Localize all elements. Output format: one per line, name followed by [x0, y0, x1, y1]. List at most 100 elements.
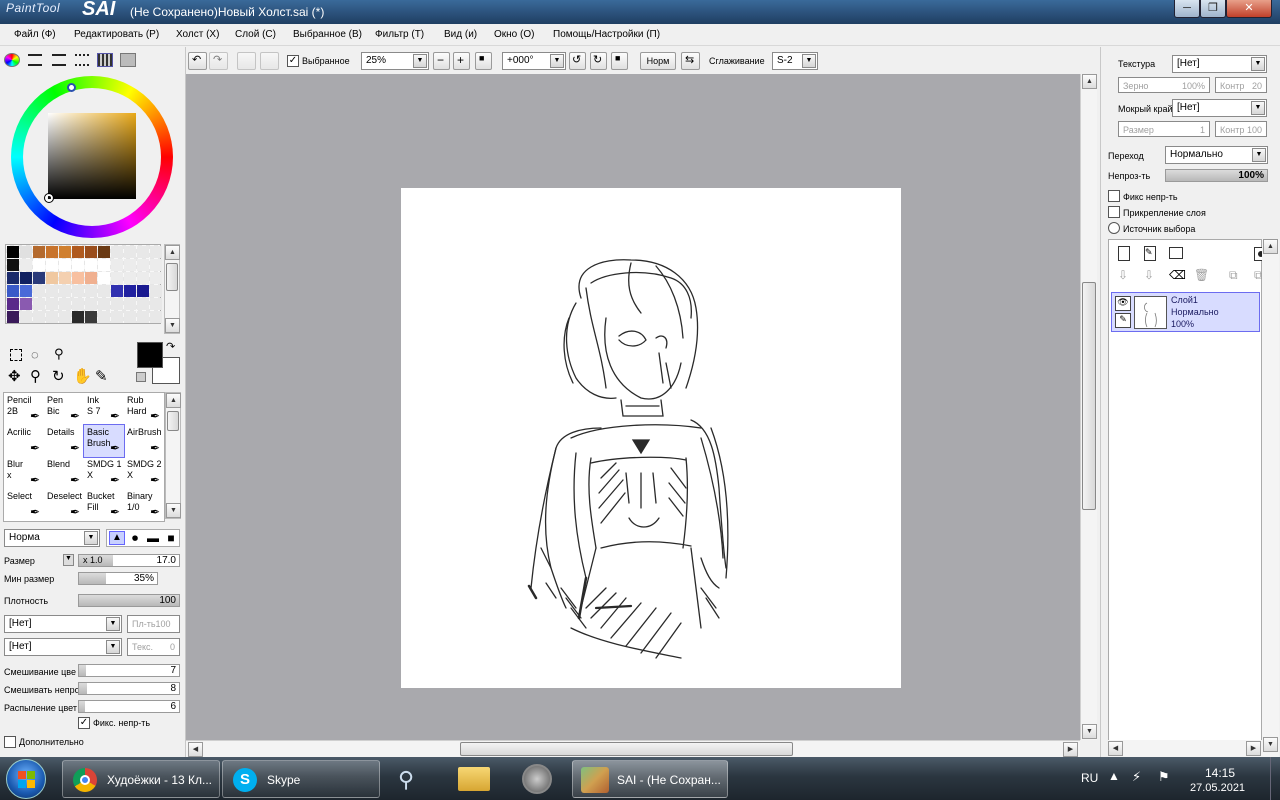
- move-icon[interactable]: ✥: [8, 367, 21, 385]
- brush-shape-round-icon[interactable]: ⏺: [127, 531, 143, 545]
- color-swatch[interactable]: [137, 311, 149, 323]
- color-swatch[interactable]: [150, 298, 162, 310]
- scratchpad-tab-icon[interactable]: [120, 53, 136, 67]
- color-swatch[interactable]: [33, 311, 45, 323]
- tool-scrollbar[interactable]: ▲ ▼: [165, 392, 181, 519]
- rotate-reset-icon[interactable]: ■: [611, 52, 628, 70]
- color-swatch[interactable]: [72, 259, 84, 271]
- media-player-icon[interactable]: [522, 764, 552, 794]
- brush-shape-square-icon[interactable]: ■: [163, 531, 179, 545]
- color-swatch[interactable]: [98, 259, 110, 271]
- wet-edge-select[interactable]: [Нет] ▼: [1172, 99, 1267, 117]
- color-swatch[interactable]: [72, 298, 84, 310]
- brush-tool-slot[interactable]: SMDG 1 X ✒: [84, 457, 124, 489]
- color-swatch[interactable]: [85, 298, 97, 310]
- color-swatch[interactable]: [7, 259, 19, 271]
- hsv-slider-tab-icon[interactable]: [52, 54, 66, 66]
- zoom-in-icon[interactable]: +: [453, 52, 470, 70]
- brush-tool-slot[interactable]: Bucket Fill ✒: [84, 489, 124, 521]
- menu-canvas[interactable]: Холст (Х): [176, 29, 219, 40]
- taskbar-skype[interactable]: S Skype: [222, 760, 380, 798]
- texture-select[interactable]: [Нет] ▼: [1172, 55, 1267, 73]
- clipping-checkbox[interactable]: [1108, 206, 1120, 218]
- brush-shape-sharp-icon[interactable]: ▲: [109, 531, 125, 545]
- language-indicator[interactable]: RU: [1081, 771, 1098, 785]
- deselect-icon[interactable]: [237, 52, 256, 70]
- color-swatch[interactable]: [46, 285, 58, 297]
- brush-shape-flat-icon[interactable]: ▬: [145, 531, 161, 545]
- selection-visible-checkbox[interactable]: ✓: [287, 55, 299, 67]
- zoom-icon[interactable]: ⚲: [30, 367, 41, 385]
- color-swatch[interactable]: [20, 311, 32, 323]
- color-swatch[interactable]: [150, 272, 162, 284]
- brush-tool-slot[interactable]: Rub Hard ✒: [124, 393, 164, 425]
- brush-tool-slot[interactable]: SMDG 2 X ✒: [124, 457, 164, 489]
- network-icon[interactable]: ⚡: [1132, 769, 1141, 785]
- layer-horizontal-scrollbar[interactable]: ◀ ▶: [1108, 740, 1262, 757]
- sv-marker[interactable]: [44, 193, 54, 203]
- canvas-vertical-scrollbar[interactable]: ▲ ▼: [1080, 74, 1097, 740]
- color-swatch[interactable]: [98, 298, 110, 310]
- wet-contrast-field[interactable]: Контр 100: [1215, 121, 1267, 137]
- color-swatch[interactable]: [98, 272, 110, 284]
- paper-texture-select[interactable]: [Нет] ▼: [4, 615, 122, 633]
- tray-arrow-icon[interactable]: ▲: [1108, 769, 1120, 783]
- primary-color[interactable]: [137, 342, 163, 368]
- color-swatch[interactable]: [59, 259, 71, 271]
- sv-square[interactable]: [48, 113, 136, 199]
- brush-tool-slot[interactable]: Pen Bic ✒: [44, 393, 84, 425]
- color-swatch[interactable]: [85, 285, 97, 297]
- brush-tool-slot[interactable]: Acrilic ✒: [4, 425, 44, 457]
- color-mix-tab-icon[interactable]: [75, 54, 89, 66]
- color-swatch[interactable]: [72, 272, 84, 284]
- texture-contrast-field[interactable]: Контр 20: [1215, 77, 1267, 93]
- eyedropper-icon[interactable]: ✎: [95, 367, 108, 385]
- color-swatch[interactable]: [46, 259, 58, 271]
- brush-texture-strength-field[interactable]: Текс. 0: [127, 638, 180, 656]
- color-swatch[interactable]: [111, 259, 123, 271]
- canvas-horizontal-scrollbar[interactable]: ◀ ▶: [186, 740, 1080, 757]
- brush-mode-select[interactable]: Норма ▼: [4, 529, 100, 547]
- transparent-color-icon[interactable]: [136, 372, 146, 382]
- color-wheel-tab-icon[interactable]: [4, 53, 20, 67]
- menu-help[interactable]: Помощь/Настройки (П): [553, 29, 660, 40]
- color-swatch[interactable]: [137, 272, 149, 284]
- color-swatch[interactable]: [46, 272, 58, 284]
- flip-horizontal-icon[interactable]: ⇆: [681, 52, 700, 70]
- color-swatch[interactable]: [20, 272, 32, 284]
- menu-selection[interactable]: Выбранное (В): [293, 29, 362, 40]
- selection-source-radio[interactable]: [1108, 222, 1120, 234]
- color-swatch[interactable]: [137, 246, 149, 258]
- color-swatch[interactable]: [7, 285, 19, 297]
- color-swatch[interactable]: [33, 259, 45, 271]
- color-swatch[interactable]: [46, 246, 58, 258]
- menu-window[interactable]: Окно (О): [494, 29, 534, 40]
- taskbar-chrome[interactable]: Худоёжки - 13 Кл...: [62, 760, 220, 798]
- merge-down-icon[interactable]: ⇩: [1144, 268, 1154, 282]
- color-swatch[interactable]: [20, 246, 32, 258]
- color-swatch[interactable]: [98, 246, 110, 258]
- swatch-grid[interactable]: [5, 244, 162, 324]
- swatch-scrollbar[interactable]: ▲ ▼: [164, 244, 180, 334]
- color-swatch[interactable]: [111, 285, 123, 297]
- color-swatch[interactable]: [124, 259, 136, 271]
- color-swatch[interactable]: [72, 246, 84, 258]
- color-swatch[interactable]: [59, 272, 71, 284]
- brush-tool-slot[interactable]: Basic Brush ✒: [83, 424, 125, 458]
- rect-select-icon[interactable]: [10, 349, 22, 361]
- layer-paint-brush-icon[interactable]: ✎: [1115, 313, 1131, 328]
- hue-marker[interactable]: [67, 83, 76, 92]
- zoom-out-icon[interactable]: −: [433, 52, 450, 70]
- brush-tool-slot[interactable]: Select ✒: [4, 489, 44, 521]
- pinned-search-icon[interactable]: ⚲: [398, 767, 414, 793]
- minimize-button[interactable]: ─: [1174, 0, 1200, 18]
- swap-colors-icon[interactable]: ↷: [166, 340, 175, 353]
- color-swatch[interactable]: [137, 298, 149, 310]
- color-swatch[interactable]: [111, 246, 123, 258]
- menu-layer[interactable]: Слой (С): [235, 29, 276, 40]
- clock-time[interactable]: 14:15: [1205, 766, 1235, 780]
- new-folder-icon[interactable]: [1169, 247, 1183, 259]
- keep-opacity-checkbox[interactable]: ✓: [78, 717, 90, 729]
- color-swatch[interactable]: [150, 311, 162, 323]
- merge-visible-icon[interactable]: ⧉: [1229, 268, 1238, 283]
